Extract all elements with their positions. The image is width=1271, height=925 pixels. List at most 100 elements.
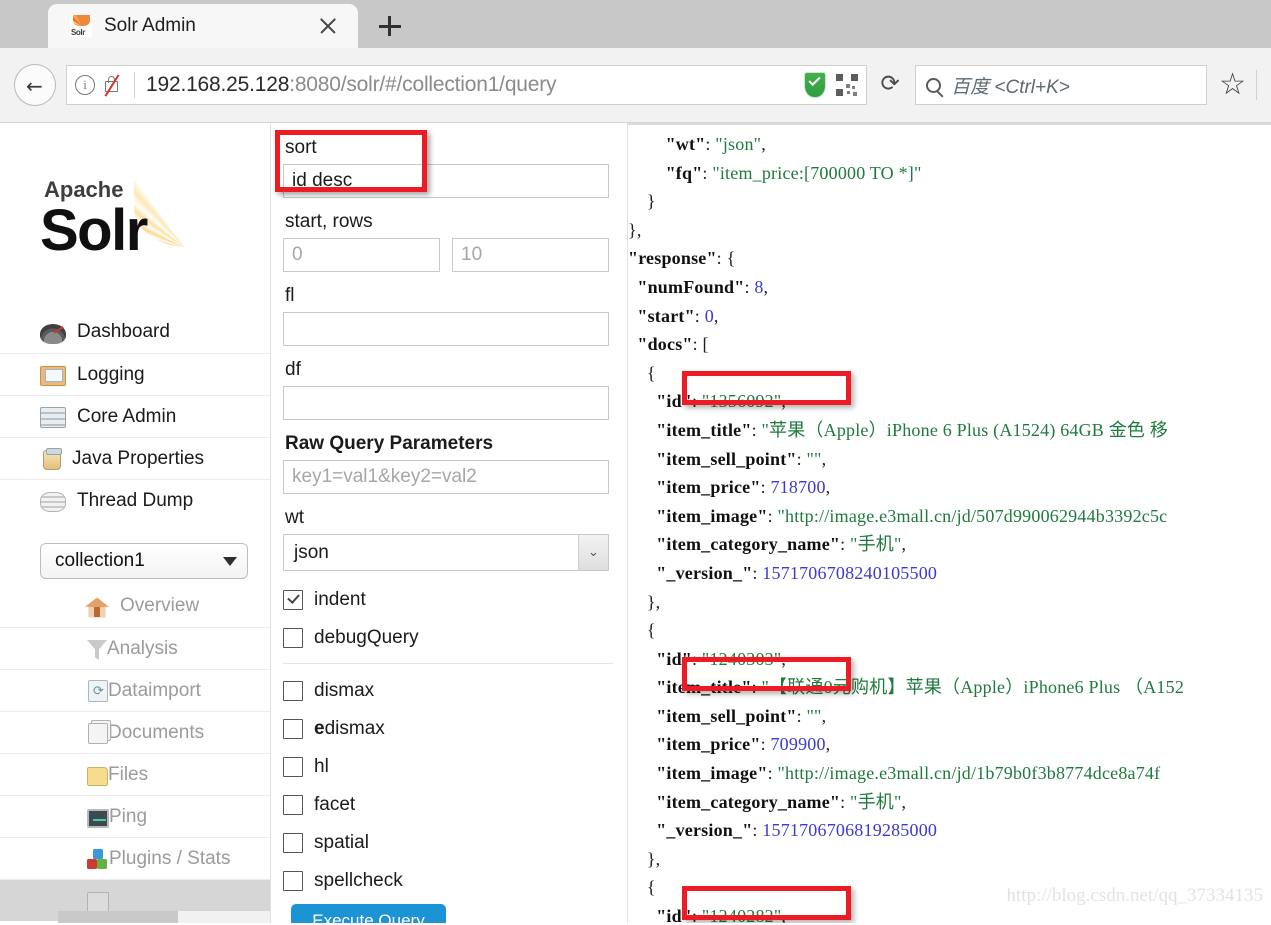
json-line: "id": "1356092", xyxy=(656,391,787,412)
json-line: "item_category_name": "手机", xyxy=(656,534,907,555)
checkbox-edismax[interactable]: edismax xyxy=(283,710,609,748)
json-line: }, xyxy=(646,591,661,612)
json-line: "item_sell_point": "", xyxy=(656,448,827,469)
checkbox-label: edismax xyxy=(314,718,385,739)
json-line: "response": { xyxy=(628,248,736,269)
sidebar-horizontal-scrollbar[interactable] xyxy=(58,911,270,923)
json-line: "item_image": "http://image.e3mall.cn/jd… xyxy=(656,505,1168,526)
df-label: df xyxy=(285,359,301,380)
fl-input[interactable] xyxy=(283,312,609,346)
browser-tab[interactable]: Solr Solr Admin xyxy=(48,4,358,48)
sidebar-item-core-admin[interactable]: Core Admin xyxy=(0,395,270,437)
sidebar-item-java-properties[interactable]: Java Properties xyxy=(0,437,270,479)
raw-query-parameters-input[interactable]: key1=val1&key2=val2 xyxy=(283,460,609,494)
checkbox-icon[interactable] xyxy=(283,833,303,853)
checkbox-spatial[interactable]: spatial xyxy=(283,824,609,862)
url-divider xyxy=(134,72,135,98)
search-input[interactable]: 百度 <Ctrl+K> xyxy=(951,72,1070,99)
core-nav: Overview Analysis Dataimport Documents F… xyxy=(0,585,270,921)
sidebar-item-label: Java Properties xyxy=(72,447,205,469)
df-input[interactable] xyxy=(283,386,609,420)
checkbox-label: spatial xyxy=(314,832,369,853)
checkbox-icon[interactable] xyxy=(283,681,303,701)
sidebar-item-overview[interactable]: Overview xyxy=(0,585,270,627)
checkbox-icon[interactable] xyxy=(283,590,303,610)
json-line: "id": "1240282", xyxy=(656,906,787,923)
shield-icon[interactable] xyxy=(804,72,827,98)
rows-input[interactable]: 10 xyxy=(452,238,609,272)
json-line: { xyxy=(646,877,656,898)
core-admin-icon xyxy=(40,407,66,428)
sidebar-item-label: Thread Dump xyxy=(77,489,194,511)
checkbox-icon[interactable] xyxy=(283,719,303,739)
insecure-lock-icon[interactable] xyxy=(101,74,123,97)
sidebar-item-dashboard[interactable]: Dashboard xyxy=(0,311,270,353)
json-line: "item_title": "苹果（Apple）iPhone 6 Plus (A… xyxy=(656,419,1169,440)
panel-top-divider xyxy=(628,124,1271,125)
sidebar-item-dataimport[interactable]: Dataimport xyxy=(0,669,270,711)
plugins-icon xyxy=(87,849,109,870)
checkbox-facet[interactable]: facet xyxy=(283,786,609,824)
url-host: 192.168.25.128 xyxy=(146,73,290,96)
sidebar-item-plugins-stats[interactable]: Plugins / Stats xyxy=(0,837,270,879)
search-bar[interactable]: 百度 <Ctrl+K> xyxy=(915,65,1208,105)
sidebar-item-thread-dump[interactable]: Thread Dump xyxy=(0,479,270,521)
checkbox-debugquery[interactable]: debugQuery xyxy=(283,619,609,657)
raw-query-parameters-label: Raw Query Parameters xyxy=(285,433,494,454)
checkbox-label: facet xyxy=(314,794,356,815)
json-line: "item_category_name": "手机", xyxy=(656,791,907,812)
checkbox-label: indent xyxy=(314,589,366,610)
sidebar-item-label: Dataimport xyxy=(108,679,201,701)
sidebar-item-ping[interactable]: Ping xyxy=(0,795,270,837)
core-selector[interactable]: collection1 xyxy=(40,543,248,579)
checkbox-label: hl xyxy=(314,756,329,777)
checkbox-dismax[interactable]: dismax xyxy=(283,672,609,710)
qr-code-icon[interactable] xyxy=(836,74,859,96)
json-line: }, xyxy=(646,848,661,869)
sidebar-item-documents[interactable]: Documents xyxy=(0,711,270,753)
checkbox-label: spellcheck xyxy=(314,870,403,891)
start-rows-label: start, rows xyxy=(285,211,373,232)
wt-select[interactable]: json ⌄ xyxy=(283,534,609,571)
json-line: "item_price": 709900, xyxy=(656,734,831,755)
checkbox-icon[interactable] xyxy=(283,757,303,777)
sidebar-item-files[interactable]: Files xyxy=(0,753,270,795)
sidebar-item-label: Analysis xyxy=(107,637,178,659)
chevron-down-icon[interactable]: ⌄ xyxy=(578,535,608,570)
java-properties-icon xyxy=(43,448,62,470)
watermark-text: http://blog.csdn.net/qq_37334135 xyxy=(1006,885,1264,906)
tab-title: Solr Admin xyxy=(104,15,196,36)
reload-icon[interactable]: ⟳ xyxy=(877,72,903,98)
bookmark-star-icon[interactable]: ☆ xyxy=(1219,70,1246,100)
close-icon[interactable] xyxy=(314,12,342,40)
start-input[interactable]: 0 xyxy=(283,238,440,272)
checkbox-icon[interactable] xyxy=(283,871,303,891)
checkbox-hl[interactable]: hl xyxy=(283,748,609,786)
checkbox-label: debugQuery xyxy=(314,627,419,648)
new-tab-icon[interactable] xyxy=(370,6,410,46)
solr-logo[interactable]: Apache Solr xyxy=(36,151,266,301)
sidebar-item-label: Overview xyxy=(120,595,200,616)
json-line: "docs": [ xyxy=(637,334,709,355)
sidebar-item-logging[interactable]: Logging xyxy=(0,353,270,395)
query-icon xyxy=(87,892,109,912)
url-bar-actions xyxy=(794,72,859,98)
checkbox-icon[interactable] xyxy=(283,795,303,815)
back-arrow-icon: ← xyxy=(26,74,43,98)
sidebar-item-analysis[interactable]: Analysis xyxy=(0,627,270,669)
url-bar[interactable]: i 192.168.25.128:8080/solr/#/collection1… xyxy=(66,65,868,105)
json-line: "id": "1240303", xyxy=(656,648,787,669)
json-line: "start": 0, xyxy=(637,305,719,326)
checkbox-spellcheck[interactable]: spellcheck xyxy=(283,862,609,900)
info-icon[interactable]: i xyxy=(75,75,95,95)
checkbox-indent[interactable]: indent xyxy=(283,581,609,619)
scrollbar-thumb[interactable] xyxy=(58,911,178,923)
json-line: "fq": "item_price:[700000 TO *]" xyxy=(665,162,922,183)
sort-input[interactable]: id desc xyxy=(283,164,609,198)
checkbox-icon[interactable] xyxy=(283,628,303,648)
back-button[interactable]: ← xyxy=(14,64,56,106)
tab-strip: Solr Solr Admin xyxy=(0,0,1271,48)
json-line: "item_image": "http://image.e3mall.cn/jd… xyxy=(656,763,1161,784)
sidebar-item-label: Files xyxy=(108,763,149,785)
execute-query-button[interactable]: Execute Query xyxy=(291,904,446,923)
